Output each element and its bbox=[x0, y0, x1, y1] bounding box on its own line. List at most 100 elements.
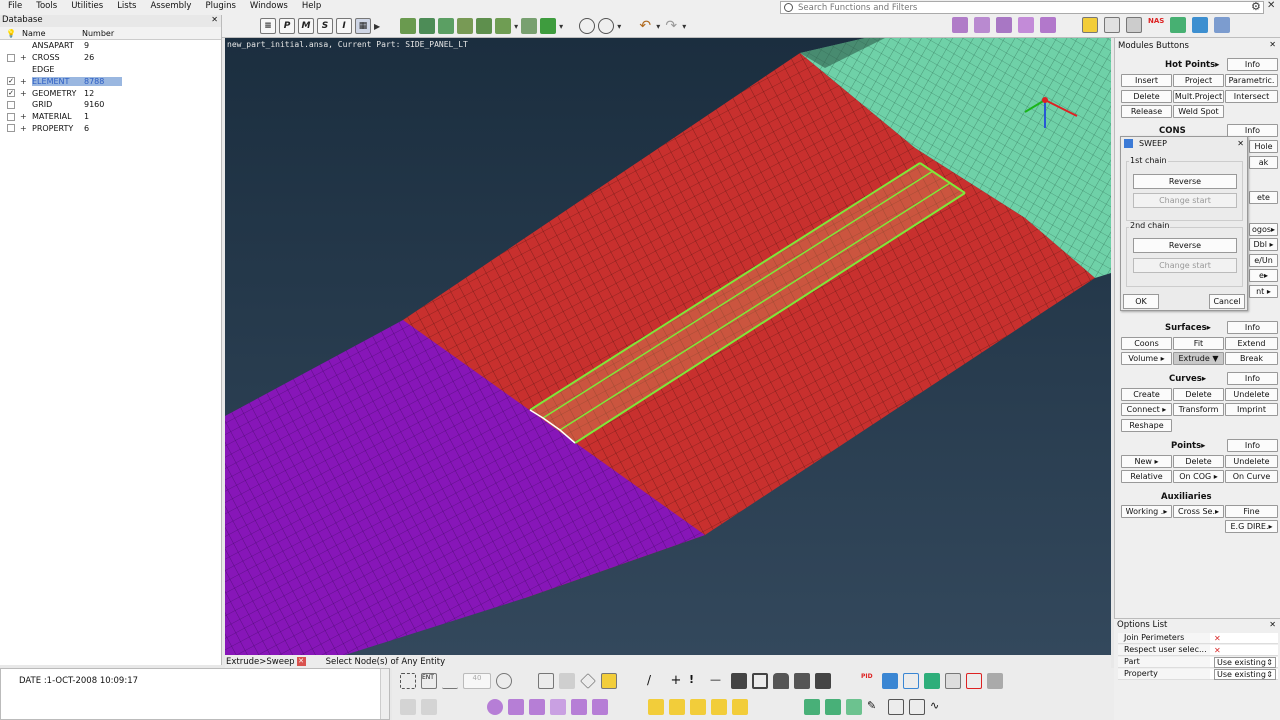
option-off-icon[interactable]: ✕ bbox=[1214, 646, 1221, 655]
zoom-fit-icon[interactable] bbox=[579, 18, 596, 34]
cons-partial-button-1[interactable]: Hole bbox=[1249, 140, 1278, 153]
expand-icon[interactable]: + bbox=[20, 53, 28, 62]
face2-yellow-icon[interactable] bbox=[669, 699, 685, 715]
cons-partial-button-4[interactable]: ogos▸ bbox=[1249, 223, 1278, 236]
close-icon[interactable]: ✕ bbox=[1237, 139, 1244, 148]
database-row-property[interactable]: + PROPERTY 6 bbox=[0, 123, 221, 135]
toolbar-s-button[interactable]: S bbox=[317, 18, 333, 34]
cube-color-icon[interactable] bbox=[924, 673, 940, 689]
graphics-viewport[interactable]: new_part_initial.ansa, Current Part: SID… bbox=[225, 38, 1111, 655]
close-icon[interactable]: ✕ bbox=[1269, 40, 1276, 49]
break-button[interactable]: Break bbox=[1225, 352, 1278, 365]
window-icon[interactable]: ▦ bbox=[355, 18, 371, 34]
mesh-icon[interactable] bbox=[1126, 17, 1142, 33]
chain2-reverse-button[interactable]: Reverse bbox=[1133, 238, 1237, 253]
visibility-checkbox[interactable] bbox=[7, 124, 15, 133]
cube-outline-icon[interactable] bbox=[903, 673, 919, 689]
release-button[interactable]: Release bbox=[1121, 105, 1172, 118]
visibility-checkbox[interactable] bbox=[7, 112, 15, 121]
min-icon[interactable]: — bbox=[710, 673, 726, 689]
close-icon[interactable]: ✕ bbox=[1267, 0, 1275, 11]
option-select[interactable]: Use existing ⇕ bbox=[1214, 656, 1276, 668]
cross-section-button[interactable]: Cross Se.▸ bbox=[1173, 505, 1224, 518]
expand-icon[interactable]: + bbox=[20, 124, 28, 133]
delete-point-button[interactable]: Delete bbox=[1173, 455, 1224, 468]
intersect-button[interactable]: Intersect bbox=[1225, 90, 1278, 103]
arrow-pink-icon[interactable] bbox=[1018, 17, 1034, 33]
connect-button[interactable]: Connect ▸ bbox=[1121, 403, 1172, 416]
cube-blue-icon[interactable] bbox=[882, 673, 898, 689]
visibility-checkbox[interactable] bbox=[7, 65, 15, 73]
gear-icon[interactable]: ⚙ bbox=[1251, 0, 1261, 13]
solid-icon[interactable] bbox=[1170, 17, 1186, 33]
project-button[interactable]: Project bbox=[1173, 74, 1224, 87]
coons-button[interactable]: Coons bbox=[1121, 337, 1172, 350]
menu-utilities[interactable]: Utilities bbox=[63, 0, 109, 15]
volume-button[interactable]: Volume ▸ bbox=[1121, 352, 1172, 365]
option-row[interactable]: Property Use existing ⇕ bbox=[1118, 668, 1278, 680]
circle-purple-icon[interactable] bbox=[487, 699, 503, 715]
frame-icon[interactable] bbox=[752, 673, 768, 689]
database-row-element[interactable]: ✓ + ELEMENT 8788 bbox=[0, 75, 221, 87]
new-point-button[interactable]: New ▸ bbox=[1121, 455, 1172, 468]
cons-partial-button-6[interactable]: e/Un bbox=[1249, 254, 1278, 267]
expand-icon[interactable]: + bbox=[20, 77, 28, 86]
gear-green-icon[interactable] bbox=[419, 18, 436, 34]
check-box-icon[interactable] bbox=[909, 699, 925, 715]
undelete-point-button[interactable]: Undelete bbox=[1225, 455, 1278, 468]
chain1-reverse-button[interactable]: Reverse bbox=[1133, 174, 1237, 189]
option-off-icon[interactable]: ✕ bbox=[1214, 634, 1221, 643]
cube-red-icon[interactable] bbox=[966, 673, 982, 689]
ent-icon[interactable]: ENT bbox=[421, 673, 437, 689]
database-row-cross[interactable]: + CROSS 26 bbox=[0, 52, 221, 64]
exclamation-icon[interactable]: ! bbox=[689, 673, 705, 689]
move-purple-icon[interactable] bbox=[550, 699, 566, 715]
reshape-button[interactable]: Reshape bbox=[1121, 419, 1172, 432]
join-purple-icon[interactable] bbox=[592, 699, 608, 715]
fit-button[interactable]: Fit bbox=[1173, 337, 1224, 350]
close-icon[interactable]: ✕ bbox=[1269, 620, 1276, 629]
number-field[interactable]: 40 bbox=[463, 673, 491, 689]
connector-icon[interactable] bbox=[521, 18, 538, 34]
delete-curve-button[interactable]: Delete bbox=[1173, 388, 1224, 401]
align-icon[interactable] bbox=[974, 17, 990, 33]
extend-button[interactable]: Extend bbox=[1225, 337, 1278, 350]
points-info-button[interactable]: Info bbox=[1227, 439, 1278, 452]
menu-tools[interactable]: Tools bbox=[28, 0, 63, 15]
database-row-edge[interactable]: EDGE bbox=[0, 64, 221, 76]
menu-windows[interactable]: Windows bbox=[242, 0, 294, 15]
visibility-checkbox[interactable] bbox=[7, 100, 15, 109]
curves-title[interactable]: Curves▸ bbox=[1169, 374, 1206, 384]
cons-title[interactable]: CONS bbox=[1159, 126, 1186, 136]
select-box-icon[interactable] bbox=[400, 673, 416, 689]
model-icon[interactable] bbox=[1192, 17, 1208, 33]
visibility-checkbox[interactable] bbox=[7, 42, 15, 50]
part-icon[interactable] bbox=[438, 18, 455, 34]
transform-icon[interactable] bbox=[495, 18, 512, 34]
cons-partial-button-3[interactable]: ete bbox=[1249, 191, 1278, 204]
tools-icon[interactable] bbox=[794, 673, 810, 689]
copy-icon[interactable] bbox=[476, 18, 493, 34]
volume3-green-icon[interactable] bbox=[846, 699, 862, 715]
curve-icon[interactable] bbox=[442, 673, 458, 689]
column-name[interactable]: Name bbox=[22, 27, 82, 39]
surfaces-info-button[interactable]: Info bbox=[1227, 321, 1278, 334]
line-icon[interactable] bbox=[517, 673, 533, 689]
square-icon[interactable] bbox=[888, 699, 904, 715]
bend-icon[interactable] bbox=[1040, 17, 1056, 33]
on-cog-button[interactable]: On COG ▸ bbox=[1173, 470, 1224, 483]
lock-icon[interactable] bbox=[773, 673, 789, 689]
menu-help[interactable]: Help bbox=[294, 0, 327, 15]
volume2-green-icon[interactable] bbox=[825, 699, 841, 715]
zoom-icon[interactable] bbox=[598, 18, 615, 34]
pencil-icon[interactable]: ✎ bbox=[867, 699, 883, 715]
ok-button[interactable]: OK bbox=[1123, 294, 1159, 309]
visibility-checkbox[interactable]: ✓ bbox=[7, 77, 15, 86]
expand-icon[interactable]: + bbox=[20, 112, 28, 121]
points-title[interactable]: Points▸ bbox=[1171, 441, 1205, 451]
relative-button[interactable]: Relative bbox=[1121, 470, 1172, 483]
spinner-icon[interactable]: ⇕ bbox=[1266, 658, 1273, 667]
wave-icon[interactable]: ∿ bbox=[930, 699, 946, 715]
fine-button[interactable]: Fine bbox=[1225, 505, 1278, 518]
on-curve-button[interactable]: On Curve bbox=[1225, 470, 1278, 483]
